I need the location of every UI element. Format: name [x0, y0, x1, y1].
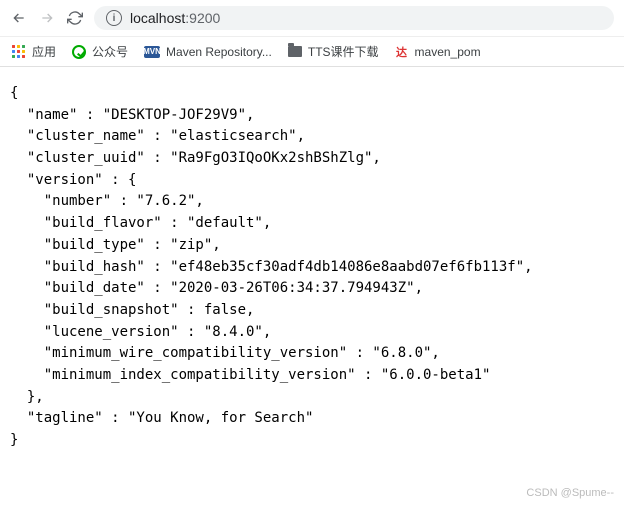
watermark-text: CSDN @Spume--	[526, 487, 614, 499]
folder-icon	[288, 46, 302, 57]
browser-toolbar: i localhost:9200	[0, 0, 624, 37]
bookmark-item-tts[interactable]: TTS课件下载	[288, 43, 379, 60]
json-line: "minimum_wire_compatibility_version" : "…	[10, 345, 440, 361]
json-line: "build_snapshot" : false,	[10, 302, 254, 318]
bookmark-item-maven-repo[interactable]: MVN Maven Repository...	[144, 45, 272, 59]
back-button[interactable]	[10, 9, 28, 27]
url-text: localhost:9200	[130, 10, 220, 26]
site-info-icon[interactable]: i	[106, 10, 122, 26]
bookmark-label: maven_pom	[415, 45, 481, 59]
url-port: :9200	[185, 10, 220, 26]
checkmark-circle-icon	[72, 45, 86, 59]
json-line: "minimum_index_compatibility_version" : …	[10, 367, 490, 383]
bookmarks-bar: 应用 公众号 MVN Maven Repository... TTS课件下载 达…	[0, 37, 624, 67]
json-line: "build_flavor" : "default",	[10, 215, 271, 231]
bookmark-label: TTS课件下载	[308, 43, 379, 60]
json-line: "version" : {	[10, 172, 136, 188]
json-line: "lucene_version" : "8.4.0",	[10, 324, 271, 340]
json-line: "cluster_uuid" : "Ra9FgO3IQoOKx2shBShZlg…	[10, 150, 381, 166]
json-line: "tagline" : "You Know, for Search"	[10, 410, 313, 426]
bookmark-label: 公众号	[92, 43, 128, 60]
bookmark-item-gongzhonghao[interactable]: 公众号	[72, 43, 128, 60]
json-line: "build_date" : "2020-03-26T06:34:37.7949…	[10, 280, 423, 296]
address-bar[interactable]: i localhost:9200	[94, 6, 614, 30]
json-line: "number" : "7.6.2",	[10, 193, 204, 209]
bookmark-label: Maven Repository...	[166, 45, 272, 59]
json-line: }	[10, 432, 18, 448]
mvn-favicon-icon: MVN	[144, 46, 160, 58]
da-favicon-icon: 达	[395, 45, 409, 59]
apps-button[interactable]: 应用	[12, 43, 56, 60]
json-line: },	[10, 389, 44, 405]
apps-label: 应用	[32, 43, 56, 60]
json-line: "name" : "DESKTOP-JOF29V9",	[10, 107, 254, 123]
apps-grid-icon	[12, 45, 26, 59]
json-line: "build_hash" : "ef48eb35cf30adf4db14086e…	[10, 259, 533, 275]
json-line: {	[10, 85, 18, 101]
json-line: "cluster_name" : "elasticsearch",	[10, 128, 305, 144]
bookmark-item-maven-pom[interactable]: 达 maven_pom	[395, 45, 481, 59]
json-line: "build_type" : "zip",	[10, 237, 221, 253]
url-host: localhost	[130, 10, 185, 26]
json-response-body: { "name" : "DESKTOP-JOF29V9", "cluster_n…	[0, 67, 624, 468]
forward-button[interactable]	[38, 9, 56, 27]
reload-button[interactable]	[66, 9, 84, 27]
